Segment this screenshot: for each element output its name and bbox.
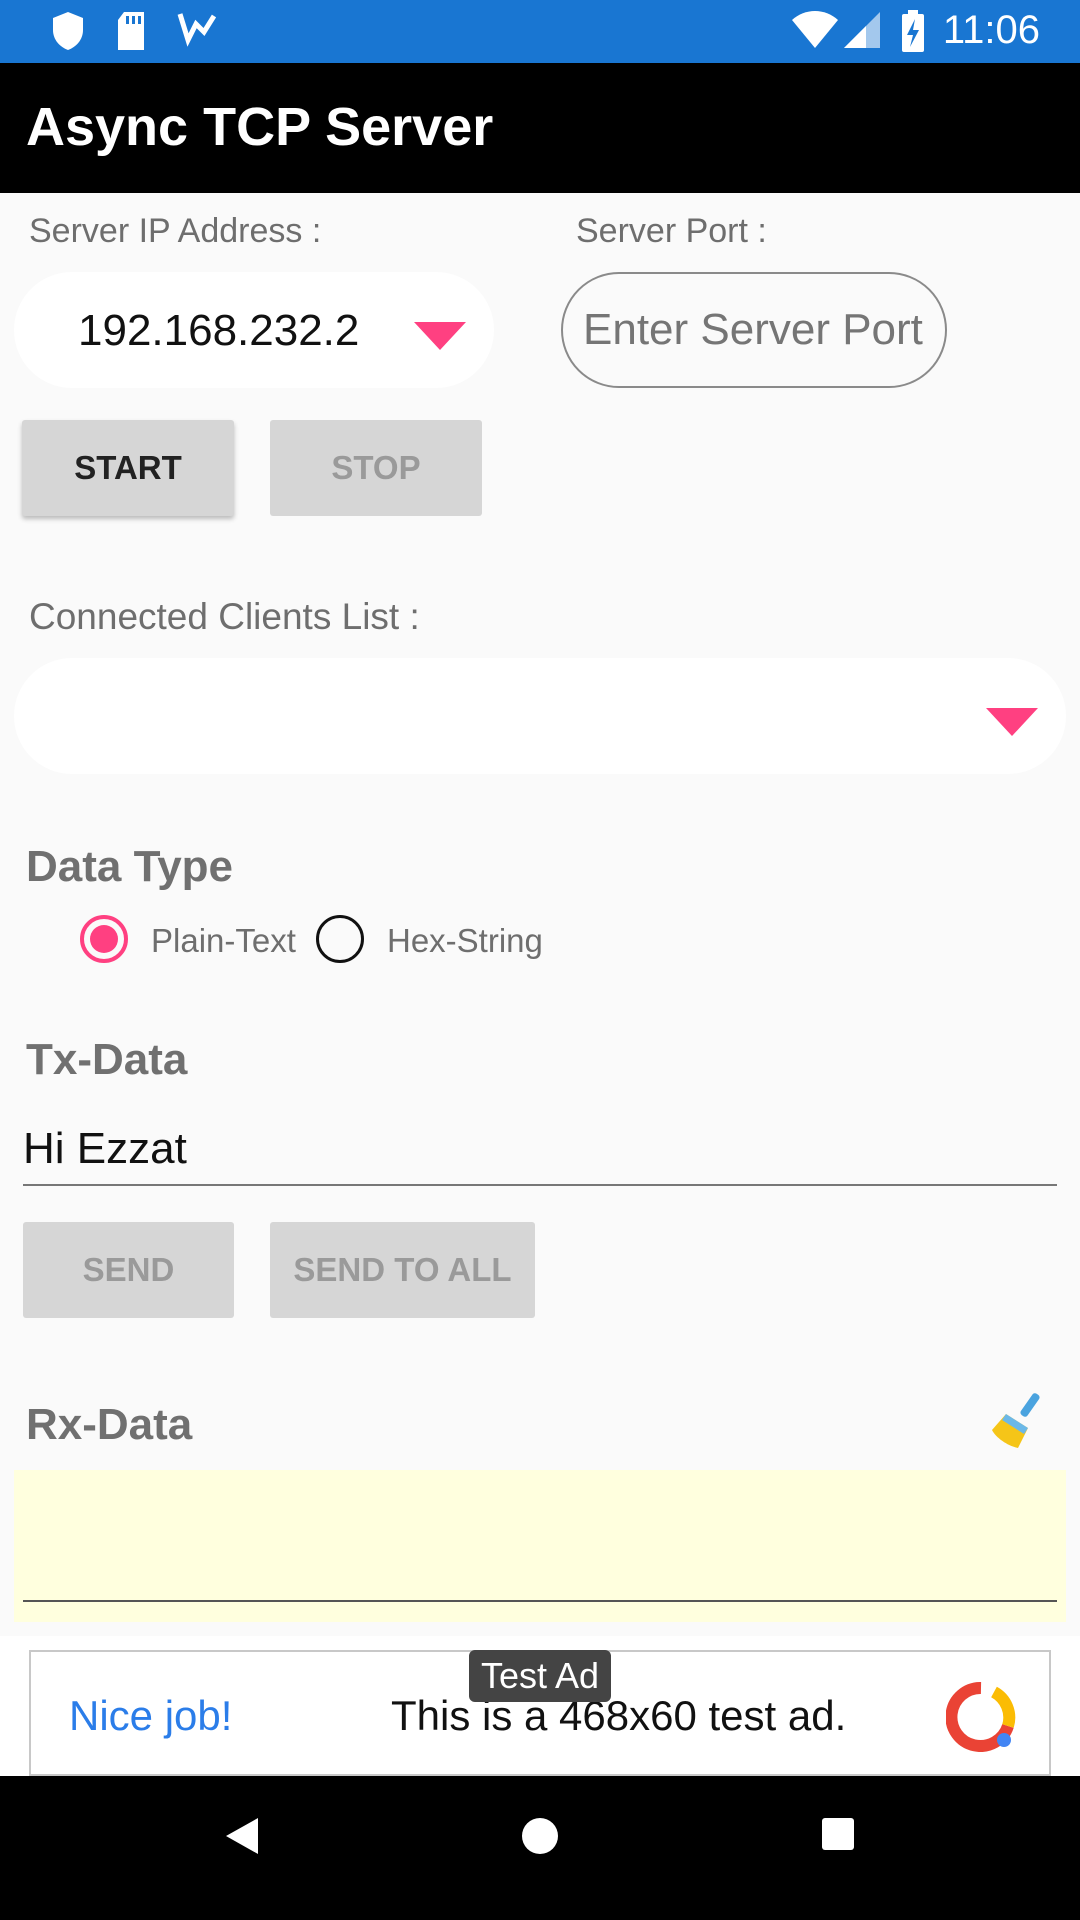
rx-data-title: Rx-Data xyxy=(26,1400,193,1449)
plain-text-label: Plain-Text xyxy=(151,922,296,959)
clear-broom-icon[interactable] xyxy=(988,1390,1050,1452)
navigation-bar xyxy=(0,1776,1080,1920)
app-bar: Async TCP Server xyxy=(0,63,1080,193)
data-type-radio-group: Plain-Text Hex-String xyxy=(80,915,560,967)
status-bar: 11:06 xyxy=(0,0,1080,63)
server-port-input[interactable] xyxy=(561,272,947,388)
send-button[interactable]: SEND xyxy=(23,1222,234,1318)
server-ip-label: Server IP Address : xyxy=(29,212,322,250)
test-ad-badge: Test Ad xyxy=(469,1650,611,1702)
tx-data-input[interactable]: Hi Ezzat xyxy=(23,1118,1057,1186)
task-check-icon xyxy=(177,13,216,47)
server-ip-value: 192.168.232.2 xyxy=(78,306,360,355)
dropdown-arrow-icon xyxy=(414,322,466,350)
sd-card-icon xyxy=(118,12,144,50)
status-time: 11:06 xyxy=(942,8,1040,52)
home-icon[interactable] xyxy=(520,1816,560,1856)
plain-text-radio[interactable] xyxy=(80,915,128,963)
ad-text: This is a 468x60 test ad. xyxy=(391,1692,847,1739)
ad-container: Nice job! This is a 468x60 test ad. Test… xyxy=(0,1636,1080,1776)
cell-signal-icon xyxy=(844,12,880,48)
connected-clients-spinner[interactable] xyxy=(14,658,1066,774)
tx-data-title: Tx-Data xyxy=(26,1035,188,1084)
shield-icon xyxy=(53,12,83,50)
ad-headline: Nice job! xyxy=(69,1692,233,1739)
stop-button[interactable]: STOP xyxy=(270,420,482,516)
wifi-icon xyxy=(792,11,838,48)
server-port-label: Server Port : xyxy=(576,212,767,250)
connected-clients-label: Connected Clients List : xyxy=(29,596,420,637)
rx-underline xyxy=(23,1600,1057,1602)
back-icon[interactable] xyxy=(224,1816,260,1856)
start-button[interactable]: START xyxy=(22,420,234,516)
server-ip-spinner[interactable]: 192.168.232.2 xyxy=(14,272,494,388)
hex-string-label: Hex-String xyxy=(387,922,543,959)
tx-data-value: Hi Ezzat xyxy=(23,1124,187,1173)
battery-charging-icon xyxy=(902,10,924,52)
ad-logo-icon xyxy=(946,1682,1016,1752)
app-title: Async TCP Server xyxy=(26,97,494,157)
hex-string-radio[interactable] xyxy=(316,915,364,963)
recents-icon[interactable] xyxy=(820,1816,856,1852)
rx-data-area[interactable] xyxy=(14,1470,1066,1622)
radio-dot xyxy=(90,925,118,953)
dropdown-arrow-icon xyxy=(986,708,1038,736)
send-to-all-button[interactable]: SEND TO ALL xyxy=(270,1222,535,1318)
data-type-title: Data Type xyxy=(26,842,234,891)
